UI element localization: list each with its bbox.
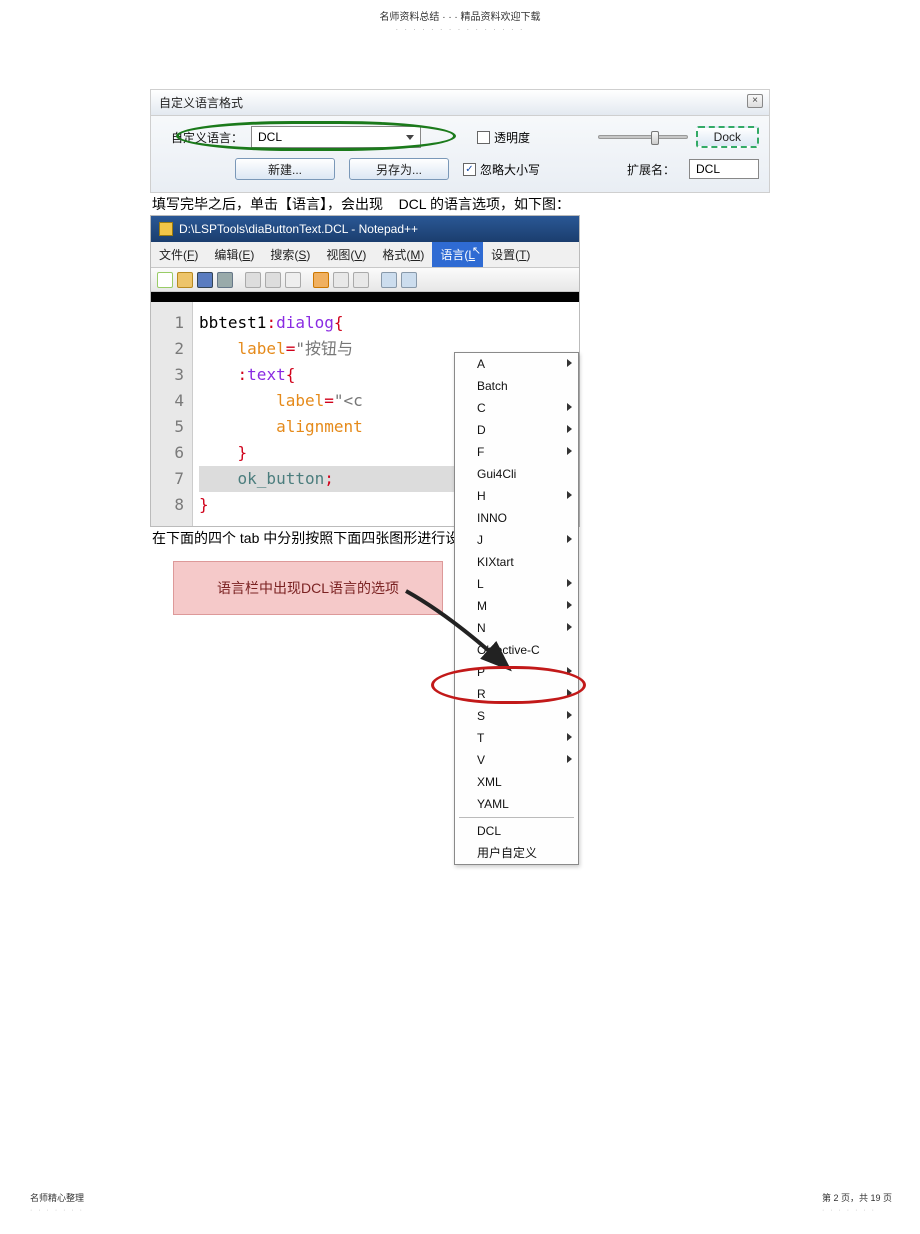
caption-2a: 在下面的四个 bbox=[152, 530, 236, 546]
udl-dialog-title: 自定义语言格式 bbox=[159, 96, 243, 110]
checkbox-icon bbox=[477, 131, 490, 144]
saveas-button[interactable]: 另存为... bbox=[349, 158, 449, 180]
dd-item-inno[interactable]: INNO bbox=[455, 507, 578, 529]
open-icon[interactable] bbox=[177, 272, 193, 288]
cut-icon[interactable] bbox=[313, 272, 329, 288]
redo-icon[interactable] bbox=[401, 272, 417, 288]
doc-header: 名师资料总结 · · · 精品资料欢迎下载 bbox=[0, 0, 920, 23]
menu-edit[interactable]: 编辑(E) bbox=[206, 242, 262, 267]
annotation-arrow-icon bbox=[401, 586, 521, 676]
content-column: 自定义语言格式 × 自定义语言： DCL 透明度 Dock 新建... 另 bbox=[150, 89, 770, 550]
ignorecase-checkbox[interactable]: ✓ 忽略大小写 bbox=[463, 161, 540, 178]
app-icon bbox=[159, 222, 173, 236]
notepadpp-window: D:\LSPTools\diaButtonText.DCL - Notepad+… bbox=[150, 215, 580, 527]
save-all-icon[interactable] bbox=[217, 272, 233, 288]
npp-editor: 1 2 3 4 5 6 7 8 bbtest1:dialog{ label="按… bbox=[151, 302, 579, 526]
npp-titlebar: D:\LSPTools\diaButtonText.DCL - Notepad+… bbox=[151, 216, 579, 242]
caption-2b: tab bbox=[240, 530, 259, 546]
npp-tabstrip bbox=[151, 292, 579, 302]
npp-title-text: D:\LSPTools\diaButtonText.DCL - Notepad+… bbox=[179, 222, 418, 236]
dd-item-t[interactable]: T bbox=[455, 727, 578, 749]
npp-menubar: 文件(F) 编辑(E) 搜索(S) 视图(V) 格式(M) 语言(L↖ 设置(T… bbox=[151, 242, 579, 268]
dd-item-h[interactable]: H bbox=[455, 485, 578, 507]
ext-input[interactable]: DCL bbox=[689, 159, 759, 179]
dd-item-gui4cli[interactable]: Gui4Cli bbox=[455, 463, 578, 485]
dd-item-s[interactable]: S bbox=[455, 705, 578, 727]
footer-left: 名师精心整理· · · · · · · bbox=[30, 1191, 84, 1214]
lang-select-value: DCL bbox=[258, 130, 282, 144]
dd-item-r[interactable]: R bbox=[455, 683, 578, 705]
new-button[interactable]: 新建... bbox=[235, 158, 335, 180]
line-num: 8 bbox=[155, 492, 184, 518]
paste-icon[interactable] bbox=[353, 272, 369, 288]
line-num: 7 bbox=[155, 466, 184, 492]
cursor-icon: ↖ bbox=[472, 244, 481, 257]
dd-item-kixtart[interactable]: KIXtart bbox=[455, 551, 578, 573]
dd-item-xml[interactable]: XML bbox=[455, 771, 578, 793]
chevron-down-icon bbox=[406, 135, 414, 140]
menu-file[interactable]: 文件(F) bbox=[151, 242, 206, 267]
dd-item-d[interactable]: D bbox=[455, 419, 578, 441]
transparent-checkbox[interactable]: 透明度 bbox=[477, 129, 530, 146]
caption-1b: DCL 的语言选项，如下图： bbox=[399, 196, 570, 212]
close-all-icon[interactable] bbox=[265, 272, 281, 288]
dd-item-v[interactable]: V bbox=[455, 749, 578, 771]
print-icon[interactable] bbox=[285, 272, 301, 288]
slider-thumb[interactable] bbox=[651, 131, 659, 145]
footer-right: 第 2 页，共 19 页· · · · · · · bbox=[822, 1191, 892, 1214]
checkbox-icon: ✓ bbox=[463, 163, 476, 176]
line-num: 6 bbox=[155, 440, 184, 466]
menu-search[interactable]: 搜索(S) bbox=[262, 242, 318, 267]
line-gutter: 1 2 3 4 5 6 7 8 bbox=[151, 302, 193, 526]
new-file-icon[interactable] bbox=[157, 272, 173, 288]
save-icon[interactable] bbox=[197, 272, 213, 288]
udl-dialog: 自定义语言格式 × 自定义语言： DCL 透明度 Dock 新建... 另 bbox=[150, 89, 770, 193]
line-num: 1 bbox=[155, 310, 184, 336]
line-num: 3 bbox=[155, 362, 184, 388]
dd-item-dcl[interactable]: DCL bbox=[455, 820, 578, 842]
dd-separator bbox=[459, 817, 574, 818]
menu-format[interactable]: 格式(M) bbox=[374, 242, 432, 267]
caption-1a: 填写完毕之后，单击【语言】，会出现 bbox=[152, 196, 383, 212]
transparent-label: 透明度 bbox=[494, 129, 530, 146]
undo-icon[interactable] bbox=[381, 272, 397, 288]
dd-item-batch[interactable]: Batch bbox=[455, 375, 578, 397]
dock-button[interactable]: Dock bbox=[696, 126, 759, 148]
dd-item-userdefined[interactable]: 用户自定义 bbox=[455, 842, 578, 864]
ignorecase-label: 忽略大小写 bbox=[480, 161, 540, 178]
line-num: 5 bbox=[155, 414, 184, 440]
line-num: 2 bbox=[155, 336, 184, 362]
ext-label: 扩展名： bbox=[627, 161, 675, 178]
doc-header-dots: · · · · · · · · · · · · · · · bbox=[0, 25, 920, 34]
dd-item-c[interactable]: C bbox=[455, 397, 578, 419]
udl-dialog-titlebar: 自定义语言格式 × bbox=[151, 90, 769, 116]
line-num: 4 bbox=[155, 388, 184, 414]
lang-select[interactable]: DCL bbox=[251, 126, 421, 148]
npp-toolbar bbox=[151, 268, 579, 292]
copy-icon[interactable] bbox=[333, 272, 349, 288]
dd-item-f[interactable]: F bbox=[455, 441, 578, 463]
dd-item-j[interactable]: J bbox=[455, 529, 578, 551]
menu-view[interactable]: 视图(V) bbox=[318, 242, 374, 267]
close-icon[interactable]: × bbox=[747, 94, 763, 108]
transparency-slider[interactable] bbox=[598, 135, 688, 139]
menu-language[interactable]: 语言(L↖ bbox=[432, 242, 483, 267]
close-file-icon[interactable] bbox=[245, 272, 261, 288]
lang-label: 自定义语言： bbox=[171, 129, 243, 146]
menu-settings[interactable]: 设置(T) bbox=[483, 242, 538, 267]
dd-item-yaml[interactable]: YAML bbox=[455, 793, 578, 815]
dd-item-a[interactable]: A bbox=[455, 353, 578, 375]
slider-track bbox=[598, 135, 688, 139]
caption-1: 填写完毕之后，单击【语言】，会出现 DCL 的语言选项，如下图： bbox=[150, 193, 770, 215]
